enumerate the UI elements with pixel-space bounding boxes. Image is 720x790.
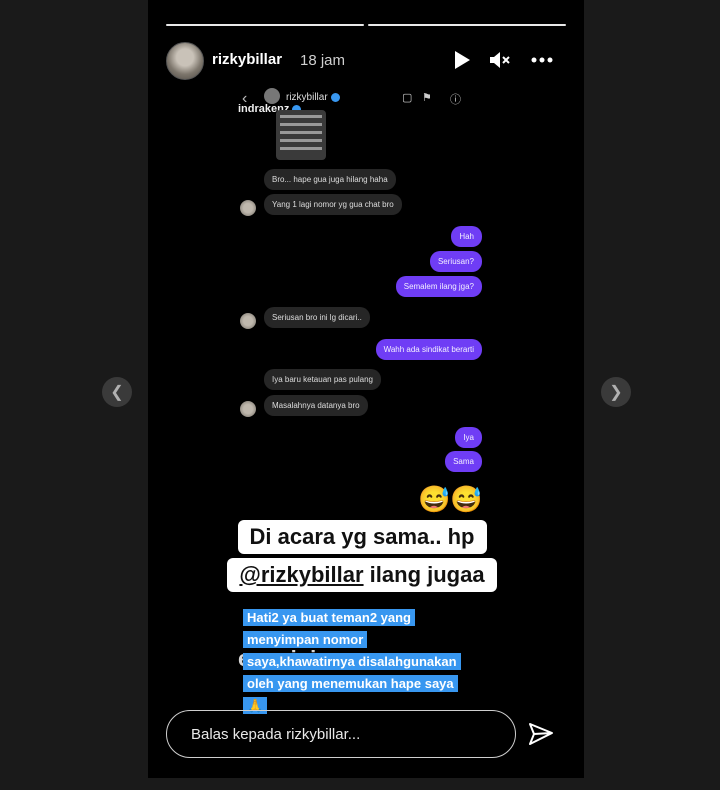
story-timestamp: 18 jam	[300, 52, 346, 69]
more-icon	[531, 57, 553, 63]
message-outgoing: Hah	[451, 226, 482, 247]
message-incoming: Seriusan bro ini lg dicari..	[264, 307, 370, 328]
caption-line-1: Di acara yg sama.. hp	[237, 520, 487, 554]
story-viewer: rizkybillar 18 jam ‹ rizkybillar indrake…	[148, 0, 584, 778]
verified-badge-icon	[330, 92, 340, 102]
mute-button[interactable]	[488, 48, 512, 72]
next-story-button[interactable]: ❯	[601, 377, 631, 407]
more-options-button[interactable]	[530, 48, 554, 72]
dm-screenshot: ‹ rizkybillar indrakenz ▢ ⚑ ⓘ Bro... hap…	[236, 84, 486, 484]
mention-link[interactable]: @rizkybillar	[239, 562, 363, 587]
chevron-left-icon: ❮	[110, 384, 124, 401]
dm-avatar	[264, 88, 280, 104]
play-button[interactable]	[450, 48, 474, 72]
avatar[interactable]	[166, 42, 204, 80]
caption-sticker: Di acara yg sama.. hp @rizkybillar ilang…	[204, 520, 520, 596]
message-incoming: Bro... hape gua juga hilang haha	[264, 169, 396, 190]
info-icon: ⓘ	[450, 94, 461, 106]
story-username[interactable]: rizkybillar	[212, 51, 282, 68]
message-incoming: Masalahnya datanya bro	[264, 395, 368, 416]
play-icon	[455, 51, 470, 69]
reply-placeholder: Balas kepada rizkybillar...	[191, 725, 361, 743]
speaker-muted-icon	[490, 52, 510, 68]
message-outgoing: Seriusan?	[429, 251, 482, 272]
message-outgoing: Semalem ilang jga?	[395, 276, 482, 297]
story-progress-segment-1	[166, 24, 364, 26]
chevron-right-icon: ❯	[609, 384, 623, 401]
message-incoming: Yang 1 lagi nomor yg gua chat bro	[264, 194, 402, 215]
message-outgoing: Wahh ada sindikat berarti	[375, 339, 482, 360]
send-icon	[529, 723, 553, 745]
story-progress-segment-2	[368, 24, 566, 26]
sender-avatar	[240, 313, 256, 329]
sender-avatar	[240, 200, 256, 216]
send-button[interactable]	[528, 721, 554, 747]
video-call-icon: ▢	[402, 92, 413, 104]
reply-input[interactable]: Balas kepada rizkybillar...	[166, 710, 516, 758]
message-outgoing: Iya	[455, 427, 482, 448]
previous-story-button[interactable]: ❮	[102, 377, 132, 407]
caption-line-2: @rizkybillar ilang jugaa	[227, 558, 497, 592]
message-incoming: Iya baru ketauan pas pulang	[264, 369, 381, 390]
emoji-sticker: 😅😅	[418, 484, 483, 514]
flag-icon: ⚑	[422, 92, 432, 104]
shared-image-thumbnail	[276, 110, 326, 160]
dm-header-username: rizkybillar	[286, 92, 340, 103]
message-outgoing: Sama	[445, 451, 482, 472]
sender-avatar	[240, 401, 256, 417]
highlight-caption: Hati2 ya buat teman2 yang menyimpan nomo…	[243, 607, 473, 717]
